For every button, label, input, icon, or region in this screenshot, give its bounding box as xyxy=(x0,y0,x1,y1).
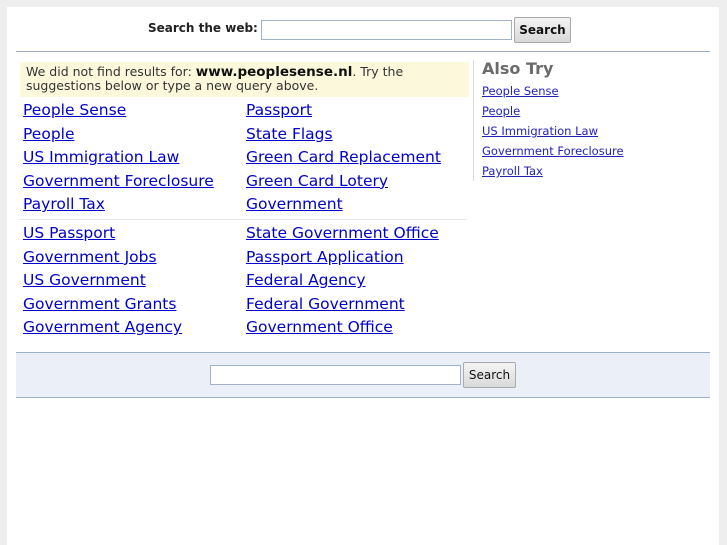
related-links-group1-left: People Sense People US Immigration Law G… xyxy=(23,100,214,218)
related-link[interactable]: Federal Agency xyxy=(246,270,439,294)
related-link[interactable]: Government Foreclosure xyxy=(23,171,214,195)
related-link[interactable]: Government Office xyxy=(246,317,439,341)
also-try-sidebar: Also Try People Sense People US Immigrat… xyxy=(473,59,704,183)
also-try-title: Also Try xyxy=(482,59,554,78)
related-link[interactable]: US Passport xyxy=(23,223,182,247)
also-try-link[interactable]: Government Foreclosure xyxy=(482,143,624,163)
related-link[interactable]: Payroll Tax xyxy=(23,194,214,218)
related-link[interactable]: Government Agency xyxy=(23,317,182,341)
top-search-bar: Search the web: Search xyxy=(7,7,719,51)
related-link[interactable]: Passport Application xyxy=(246,247,439,271)
related-link[interactable]: US Immigration Law xyxy=(23,147,214,171)
related-link[interactable]: Federal Government xyxy=(246,294,439,318)
related-links-group1-right: Passport State Flags Green Card Replacem… xyxy=(246,100,441,218)
related-link[interactable]: Green Card Lotery xyxy=(246,171,441,195)
top-divider xyxy=(16,51,710,52)
also-try-list: People Sense People US Immigration Law G… xyxy=(482,83,624,183)
related-link[interactable]: Passport xyxy=(246,100,441,124)
link-group-divider xyxy=(20,219,467,220)
related-link[interactable]: State Flags xyxy=(246,124,441,148)
related-link[interactable]: US Government xyxy=(23,270,182,294)
related-link[interactable]: People Sense xyxy=(23,100,214,124)
top-search-input[interactable] xyxy=(261,20,512,40)
related-link[interactable]: Government Grants xyxy=(23,294,182,318)
notice-prefix: We did not find results for: xyxy=(26,64,196,79)
related-links-group2-right: State Government Office Passport Applica… xyxy=(246,223,439,341)
also-try-link[interactable]: Payroll Tax xyxy=(482,163,624,183)
related-link[interactable]: State Government Office xyxy=(246,223,439,247)
also-try-link[interactable]: US Immigration Law xyxy=(482,123,624,143)
related-link[interactable]: Government xyxy=(246,194,441,218)
also-try-link[interactable]: People xyxy=(482,103,624,123)
bottom-search-input[interactable] xyxy=(210,365,461,385)
related-link[interactable]: Government Jobs xyxy=(23,247,182,271)
also-try-link[interactable]: People Sense xyxy=(482,83,624,103)
no-results-notice: We did not find results for: www.peoples… xyxy=(20,62,469,97)
search-label: Search the web: xyxy=(148,21,258,35)
related-link[interactable]: People xyxy=(23,124,214,148)
bottom-search-button[interactable]: Search xyxy=(463,362,516,388)
page-panel: Search the web: Search We did not find r… xyxy=(7,7,719,545)
bottom-search-bar: Search xyxy=(16,352,710,398)
related-link[interactable]: Green Card Replacement xyxy=(246,147,441,171)
related-links-group2-left: US Passport Government Jobs US Governmen… xyxy=(23,223,182,341)
top-search-button[interactable]: Search xyxy=(514,17,571,43)
